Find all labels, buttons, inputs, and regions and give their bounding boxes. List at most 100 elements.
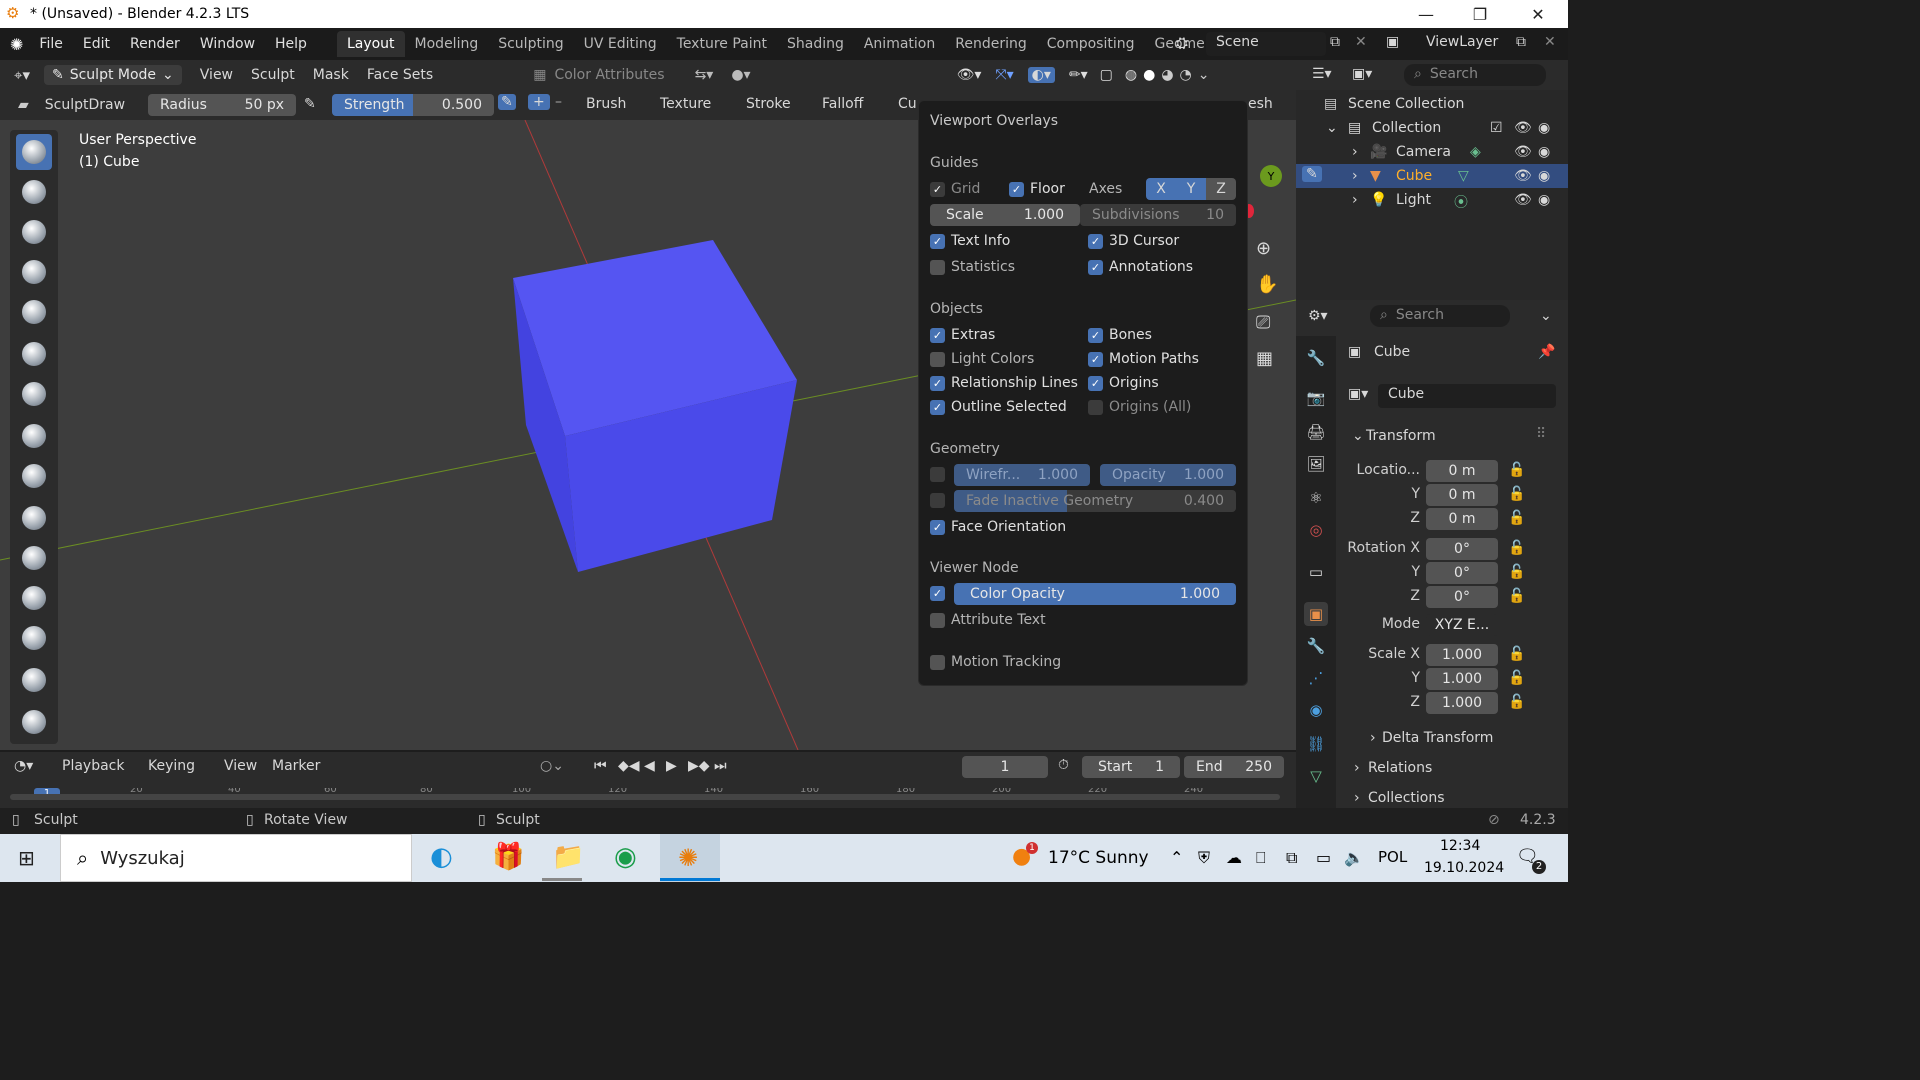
mode-dropdown[interactable]: ✎ Sculpt Mode ⌄ <box>43 65 182 85</box>
eye-icon[interactable]: 👁 <box>1514 192 1532 208</box>
menu-mask[interactable]: Mask <box>313 67 349 83</box>
gift-app-icon[interactable]: 🎁 <box>492 842 524 872</box>
symmetry-icon[interactable]: ⇆▾ <box>695 67 714 83</box>
menu-render[interactable]: Render <box>120 36 190 52</box>
tool-inflate[interactable] <box>16 376 52 412</box>
end-frame-field[interactable]: End 250 <box>1184 756 1284 778</box>
strength-pressure-icon[interactable]: ✎ <box>498 94 516 110</box>
chevron-right-icon[interactable]: › <box>1370 730 1376 746</box>
wireframe-opacity-slider[interactable]: Opacity 1.000 <box>1100 464 1236 486</box>
overlays-toggle-icon[interactable]: ◐▾ <box>1027 67 1055 83</box>
display-icon[interactable]: ⧉ <box>1286 848 1297 868</box>
relations-panel-header[interactable]: Relations <box>1368 760 1432 776</box>
outliner-item-light[interactable]: Light <box>1396 192 1431 208</box>
tool-blob[interactable] <box>16 418 52 454</box>
lock-icon[interactable]: 🔓 <box>1508 588 1525 604</box>
menu-file[interactable]: File <box>29 36 72 52</box>
annotation-icon[interactable]: ✏▾ <box>1069 67 1088 83</box>
windows-start-icon[interactable]: ⊞ <box>18 846 35 870</box>
tab-compositing[interactable]: Compositing <box>1037 31 1145 57</box>
cloud-icon[interactable]: ☁ <box>1226 848 1242 867</box>
menu-help[interactable]: Help <box>265 36 317 52</box>
tool-scrape[interactable] <box>16 620 52 656</box>
scale-x-field[interactable]: 1.000 <box>1426 644 1498 666</box>
render-icon[interactable]: ◉ <box>1538 192 1550 208</box>
collection-label[interactable]: Collection <box>1372 120 1441 136</box>
view-layer-tab-icon[interactable]: 🖼 <box>1304 452 1328 476</box>
constraints-tab-icon[interactable]: ⛓ <box>1304 732 1328 756</box>
mesh-data-icon[interactable]: ▽ <box>1458 168 1469 184</box>
chevron-down-icon[interactable]: ⌄ <box>1352 428 1364 444</box>
transform-panel-header[interactable]: Transform <box>1366 428 1436 444</box>
object-tab-icon[interactable]: ▣ <box>1304 602 1328 626</box>
texture-dropdown[interactable]: Texture <box>660 96 711 112</box>
light-data-icon[interactable]: ⦿ <box>1454 192 1468 212</box>
volume-icon[interactable]: 🔈 <box>1344 848 1364 867</box>
delete-scene-icon[interactable]: ✕ <box>1355 34 1367 50</box>
scene-tab-icon[interactable]: ⚛ <box>1304 486 1328 510</box>
menu-face-sets[interactable]: Face Sets <box>367 67 433 83</box>
rotation-y-field[interactable]: 0° <box>1426 562 1498 584</box>
tool-flatten[interactable] <box>16 540 52 576</box>
wireframe-checkbox[interactable] <box>930 467 951 482</box>
radius-field[interactable]: Radius 50 px <box>148 94 296 116</box>
tool-draw-sharp[interactable] <box>16 174 52 210</box>
tab-shading[interactable]: Shading <box>777 31 854 57</box>
tool-pinch[interactable] <box>16 704 52 740</box>
options-icon[interactable]: ●▾ <box>731 67 750 83</box>
rotation-z-field[interactable]: 0° <box>1426 586 1498 608</box>
tab-uv-editing[interactable]: UV Editing <box>574 31 667 57</box>
clock-date[interactable]: 19.10.2024 <box>1424 860 1504 876</box>
menu-marker[interactable]: Marker <box>272 758 320 774</box>
shading-wireframe-icon[interactable]: ◍ <box>1125 67 1137 83</box>
grid-checkbox[interactable]: ✓ Grid <box>930 181 980 197</box>
direction-subtract-button[interactable]: – <box>550 94 567 110</box>
outliner-item-cube[interactable]: Cube <box>1396 168 1432 184</box>
tool-clay[interactable] <box>16 214 52 250</box>
lock-icon[interactable]: 🔓 <box>1508 670 1525 686</box>
xray-icon[interactable]: ▢ <box>1100 67 1113 83</box>
editor-type-icon[interactable]: ⌖▾ <box>14 66 30 84</box>
lock-icon[interactable]: 🔓 <box>1508 646 1525 662</box>
chevron-right-icon[interactable]: › <box>1354 790 1360 806</box>
menu-sculpt[interactable]: Sculpt <box>251 67 295 83</box>
render-icon[interactable]: ◉ <box>1538 168 1550 184</box>
location-z-field[interactable]: 0 m <box>1426 508 1498 530</box>
physics-tab-icon[interactable]: ◉ <box>1304 698 1328 722</box>
minimize-button[interactable]: — <box>1398 0 1454 28</box>
tool-tab-icon[interactable]: 🔧 <box>1304 346 1328 370</box>
camera-view-icon[interactable]: ⎚ <box>1256 312 1270 333</box>
blender-taskbar-item[interactable]: ✺ <box>660 834 720 882</box>
fade-inactive-checkbox[interactable] <box>930 493 951 508</box>
statistics-checkbox[interactable]: Statistics <box>930 259 1015 275</box>
chevron-right-icon[interactable]: › <box>1352 192 1358 208</box>
shading-dropdown-icon[interactable]: ⌄ <box>1198 67 1210 83</box>
object-type-icon[interactable]: ▣▾ <box>1348 386 1368 402</box>
viewer-color-checkbox[interactable]: ✓ <box>930 586 951 601</box>
grid-scale-field[interactable]: Scale 1.000 <box>930 204 1080 226</box>
chevron-down-icon[interactable]: ⌄ <box>1326 120 1338 136</box>
collection-exclude-checkbox[interactable]: ☑ <box>1490 120 1503 136</box>
pan-hand-icon[interactable]: ✋ <box>1256 274 1278 295</box>
axis-z-toggle[interactable]: Z <box>1206 178 1236 200</box>
shading-rendered-icon[interactable]: ◔ <box>1180 67 1192 83</box>
timeline-scrollbar[interactable] <box>10 794 1280 800</box>
start-frame-field[interactable]: Start 1 <box>1082 756 1180 778</box>
file-explorer-icon[interactable]: 📁 <box>552 842 584 872</box>
wireframe-slider[interactable]: Wirefr... 1.000 <box>954 464 1090 486</box>
tab-rendering[interactable]: Rendering <box>945 31 1037 57</box>
camera-data-icon[interactable]: ◈ <box>1470 144 1481 160</box>
location-x-field[interactable]: 0 m <box>1426 460 1498 482</box>
motion-tracking-checkbox[interactable]: Motion Tracking <box>930 654 1061 670</box>
tool-clay-thumb[interactable] <box>16 294 52 330</box>
collection-tab-icon[interactable]: ▭ <box>1304 560 1328 584</box>
play-icon[interactable]: ▶ <box>666 758 677 774</box>
stroke-dropdown[interactable]: Stroke <box>746 96 791 112</box>
chrome-browser-icon[interactable]: ◉ <box>614 842 637 872</box>
sculpt-mode-icon[interactable]: ✎ <box>1302 166 1322 182</box>
perspective-toggle-icon[interactable]: ▦ <box>1256 348 1273 369</box>
menu-edit[interactable]: Edit <box>73 36 120 52</box>
shading-material-icon[interactable]: ◕ <box>1161 67 1173 83</box>
color-attributes-dropdown[interactable]: Color Attributes <box>554 67 664 83</box>
motion-paths-checkbox[interactable]: ✓ Motion Paths <box>1088 351 1199 367</box>
